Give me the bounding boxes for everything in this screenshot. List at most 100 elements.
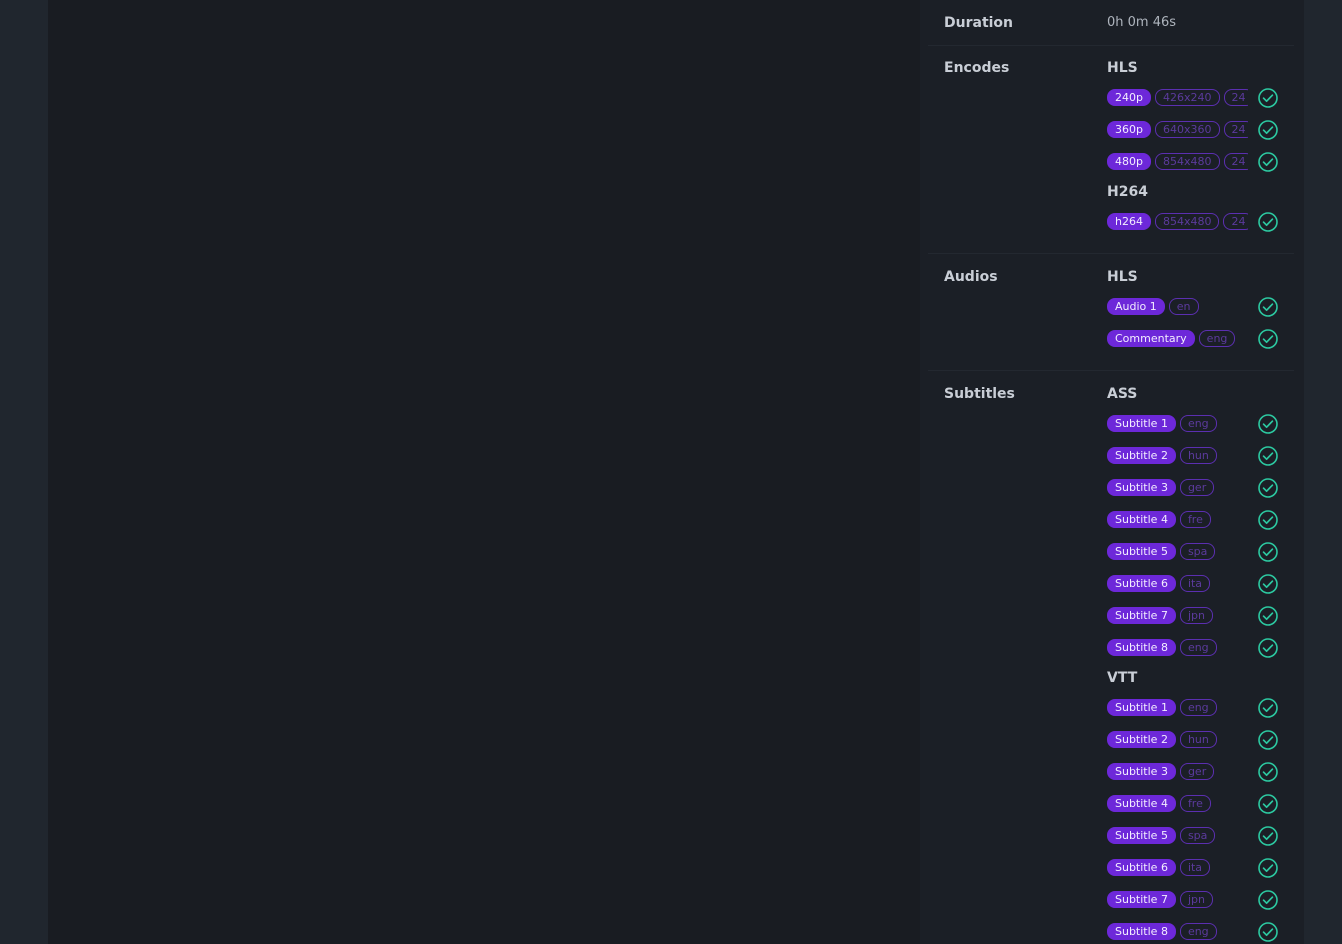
subtitle-track-badge: Subtitle 6	[1107, 859, 1176, 876]
duration-section: Duration 0h 0m 46s	[928, 0, 1294, 46]
subtitle-track-badge: Subtitle 6	[1107, 575, 1176, 592]
subtitle-track-badge: Subtitle 1	[1107, 699, 1176, 716]
subtitle-track-badge: Subtitle 2	[1107, 731, 1176, 748]
encode-row: h264 854x480 24	[1107, 212, 1287, 232]
audios-group-title-hls: HLS	[1107, 269, 1138, 285]
encode-row: 240p 426x240 24	[1107, 88, 1287, 108]
encode-resolution-badge: 426x240	[1154, 89, 1220, 106]
check-circle-icon	[1258, 152, 1278, 172]
subtitle-track-badge: Subtitle 3	[1107, 763, 1176, 780]
video-player-area[interactable]	[48, 0, 920, 944]
subtitles-section: Subtitles ASS Subtitle 1 eng Subtitle 2 hu…	[928, 371, 1294, 944]
subtitle-track-badge: Subtitle 1	[1107, 415, 1176, 432]
subtitle-row: Subtitle 1 eng	[1107, 414, 1287, 434]
encode-quality-badge: 360p	[1107, 121, 1151, 138]
subtitle-row: Subtitle 5 spa	[1107, 542, 1287, 562]
subtitle-track-badge: Subtitle 7	[1107, 891, 1176, 908]
subtitle-lang-badge: eng	[1179, 699, 1217, 716]
check-circle-icon	[1258, 794, 1278, 814]
subtitle-row: Subtitle 5 spa	[1107, 826, 1287, 846]
subtitle-lang-badge: fre	[1179, 795, 1211, 812]
subtitles-group-title-vtt: VTT	[1107, 670, 1138, 686]
subtitle-track-badge: Subtitle 4	[1107, 795, 1176, 812]
subtitle-lang-badge: hun	[1179, 447, 1217, 464]
subtitle-track-badge: Subtitle 8	[1107, 923, 1176, 940]
subtitle-row: Subtitle 4 fre	[1107, 510, 1287, 530]
check-circle-icon	[1258, 858, 1278, 878]
check-circle-icon	[1258, 88, 1278, 108]
check-circle-icon	[1258, 297, 1278, 317]
check-circle-icon	[1258, 890, 1278, 910]
subtitle-lang-badge: jpn	[1179, 891, 1213, 908]
audio-lang-badge: eng	[1198, 330, 1236, 347]
subtitle-row: Subtitle 8 eng	[1107, 638, 1287, 658]
subtitle-track-badge: Subtitle 7	[1107, 607, 1176, 624]
page-gutter	[1304, 0, 1342, 944]
check-circle-icon	[1258, 638, 1278, 658]
encode-row: 360p 640x360 24	[1107, 120, 1287, 140]
encode-row: 480p 854x480 24	[1107, 152, 1287, 172]
subtitle-lang-badge: ger	[1179, 479, 1215, 496]
subtitle-lang-badge: fre	[1179, 511, 1211, 528]
subtitle-row: Subtitle 4 fre	[1107, 794, 1287, 814]
media-info-panel: Duration 0h 0m 46s Encodes HLS 240p 426x2…	[920, 0, 1304, 944]
encode-quality-badge: h264	[1107, 213, 1151, 230]
check-circle-icon	[1258, 329, 1278, 349]
subtitle-lang-badge: jpn	[1179, 607, 1213, 624]
subtitle-row: Subtitle 2 hun	[1107, 446, 1287, 466]
check-circle-icon	[1258, 414, 1278, 434]
duration-label: Duration	[944, 15, 1014, 31]
subtitle-track-badge: Subtitle 4	[1107, 511, 1176, 528]
subtitle-track-badge: Subtitle 8	[1107, 639, 1176, 656]
encode-resolution-badge: 854x480	[1154, 213, 1220, 230]
duration-value: 0h 0m 46s	[1107, 15, 1177, 30]
encode-extra-badge: 24	[1223, 89, 1248, 106]
check-circle-icon	[1258, 446, 1278, 466]
check-circle-icon	[1258, 606, 1278, 626]
subtitle-row: Subtitle 6 ita	[1107, 574, 1287, 594]
subtitle-lang-badge: spa	[1179, 827, 1216, 844]
check-circle-icon	[1258, 762, 1278, 782]
audio-track-badge: Audio 1	[1107, 298, 1165, 315]
encode-extra-badge: 24	[1223, 121, 1248, 138]
subtitle-row: Subtitle 3 ger	[1107, 762, 1287, 782]
encode-quality-badge: 480p	[1107, 153, 1151, 170]
encode-extra-badge: 24	[1223, 153, 1248, 170]
audio-lang-badge: en	[1168, 298, 1199, 315]
subtitles-label: Subtitles	[944, 386, 1015, 402]
subtitle-lang-badge: ita	[1179, 859, 1211, 876]
encodes-group-title-hls: HLS	[1107, 60, 1138, 76]
subtitle-track-badge: Subtitle 5	[1107, 543, 1176, 560]
audio-row: Commentary eng	[1107, 329, 1287, 349]
subtitles-group-title-ass: ASS	[1107, 386, 1138, 402]
subtitle-lang-badge: spa	[1179, 543, 1216, 560]
check-circle-icon	[1258, 826, 1278, 846]
subtitle-lang-badge: eng	[1179, 639, 1217, 656]
subtitle-row: Subtitle 1 eng	[1107, 698, 1287, 718]
audio-track-badge: Commentary	[1107, 330, 1195, 347]
subtitle-track-badge: Subtitle 3	[1107, 479, 1176, 496]
subtitle-row: Subtitle 2 hun	[1107, 730, 1287, 750]
encodes-label: Encodes	[944, 60, 1010, 76]
encode-extra-badge: 24	[1223, 213, 1248, 230]
encode-resolution-badge: 640x360	[1154, 121, 1220, 138]
check-circle-icon	[1258, 542, 1278, 562]
encodes-group-title-h264: H264	[1107, 184, 1148, 200]
check-circle-icon	[1258, 478, 1278, 498]
subtitle-lang-badge: ger	[1179, 763, 1215, 780]
subtitle-row: Subtitle 3 ger	[1107, 478, 1287, 498]
encode-resolution-badge: 854x480	[1154, 153, 1220, 170]
subtitle-row: Subtitle 8 eng	[1107, 922, 1287, 942]
check-circle-icon	[1258, 574, 1278, 594]
subtitle-lang-badge: hun	[1179, 731, 1217, 748]
check-circle-icon	[1258, 212, 1278, 232]
subtitle-row: Subtitle 7 jpn	[1107, 606, 1287, 626]
subtitle-row: Subtitle 7 jpn	[1107, 890, 1287, 910]
encodes-section: Encodes HLS 240p 426x240 24 360p 640x360 24 …	[928, 46, 1294, 254]
check-circle-icon	[1258, 698, 1278, 718]
check-circle-icon	[1258, 730, 1278, 750]
subtitle-lang-badge: eng	[1179, 415, 1217, 432]
subtitle-lang-badge: ita	[1179, 575, 1211, 592]
subtitle-track-badge: Subtitle 5	[1107, 827, 1176, 844]
check-circle-icon	[1258, 120, 1278, 140]
